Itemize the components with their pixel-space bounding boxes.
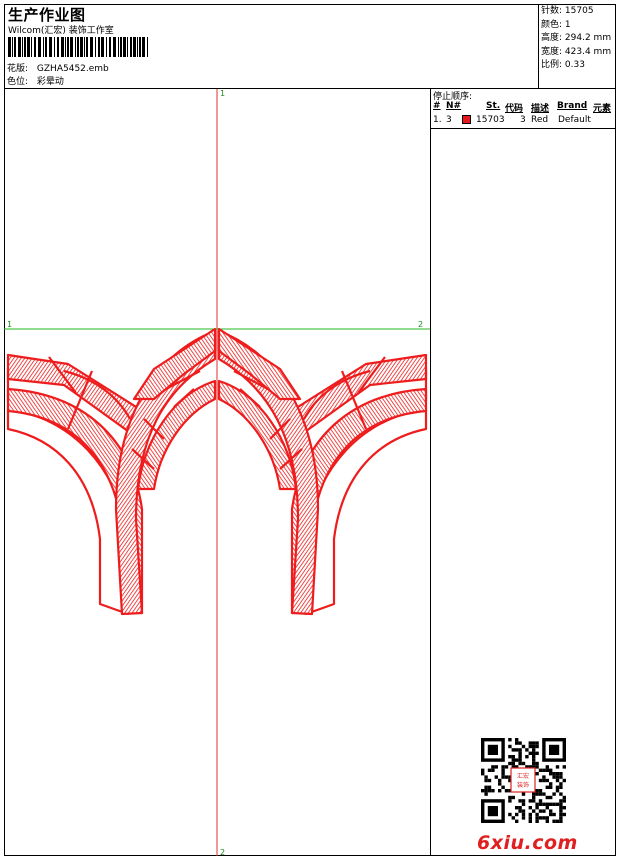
stat-height-value: 294.2 mm: [564, 33, 612, 43]
stat-width: 宽度: 423.4 mm: [541, 46, 611, 60]
axis-label-left: 1: [7, 320, 13, 329]
pattern-label: 花版:: [7, 64, 29, 74]
color-label: 色位:: [7, 77, 29, 87]
row-code: 3: [520, 115, 526, 125]
qr-code-icon: 汇宏 装饰: [481, 738, 566, 823]
pattern-value: GZHA5452.emb: [36, 64, 109, 74]
stat-scale: 比例: 0.33: [541, 59, 611, 73]
color-value: 彩晕动: [36, 77, 64, 87]
col-brand: Brand: [557, 101, 588, 111]
row-needle: 3: [446, 115, 452, 125]
stat-width-label: 宽度:: [541, 46, 563, 57]
col-hash: #: [433, 101, 441, 111]
row-description: Red: [531, 115, 549, 125]
qr-stamp-text: 汇宏: [517, 772, 529, 780]
stats-block: 针数: 15705 颜色: 1 高度: 294.2 mm 宽度: 423.4 m…: [541, 5, 611, 73]
svg-text:装饰: 装饰: [517, 781, 529, 789]
company-name: Wilcom(汇宏) 装饰工作室: [8, 26, 114, 36]
stat-colors: 颜色: 1: [541, 19, 611, 33]
watermark-text: 6xiu.com: [477, 832, 578, 854]
sheet-title: 生产作业图: [8, 6, 86, 24]
stat-scale-value: 0.33: [564, 60, 585, 70]
row-brand: Default: [558, 115, 591, 125]
panel-rule: [430, 128, 616, 129]
axis-label-right: 2: [418, 320, 424, 329]
col-code: 代码: [505, 104, 524, 114]
stat-stitches: 针数: 15705: [541, 5, 611, 19]
axis-label-top: 1: [220, 89, 226, 98]
right-half: [217, 327, 428, 616]
stop-sequence-header: # N# St. 代码 描述 Brand 元素: [432, 101, 616, 114]
stat-colors-label: 颜色:: [541, 19, 563, 30]
row-index: 1.: [433, 115, 442, 125]
stat-width-value: 423.4 mm: [564, 46, 612, 57]
pattern-row: 花版: GZHA5452.emb: [7, 61, 109, 74]
col-needle: N#: [446, 101, 462, 111]
barcode: [8, 37, 148, 57]
stat-colors-value: 1: [564, 19, 571, 30]
stat-height: 高度: 294.2 mm: [541, 32, 611, 46]
col-element: 元素: [593, 104, 612, 114]
axis-label-bottom: 2: [220, 848, 226, 857]
thread-color-swatch: [462, 115, 471, 124]
stat-height-label: 高度:: [541, 33, 563, 43]
stat-stitches-value: 15705: [564, 6, 594, 16]
col-description: 描述: [531, 104, 550, 114]
stat-stitches-label: 针数:: [541, 6, 563, 16]
stop-sequence-row: 1. 3 15703 3 Red Default: [432, 115, 616, 127]
side-panel-divider: [430, 88, 431, 856]
col-stitches: St.: [486, 101, 501, 111]
color-row: 色位: 彩晕动: [7, 74, 64, 87]
row-stitches: 15703: [476, 115, 505, 125]
header-stats-divider: [538, 4, 539, 88]
stat-scale-label: 比例:: [541, 60, 563, 70]
embroidery-design-canvas: [4, 89, 430, 856]
